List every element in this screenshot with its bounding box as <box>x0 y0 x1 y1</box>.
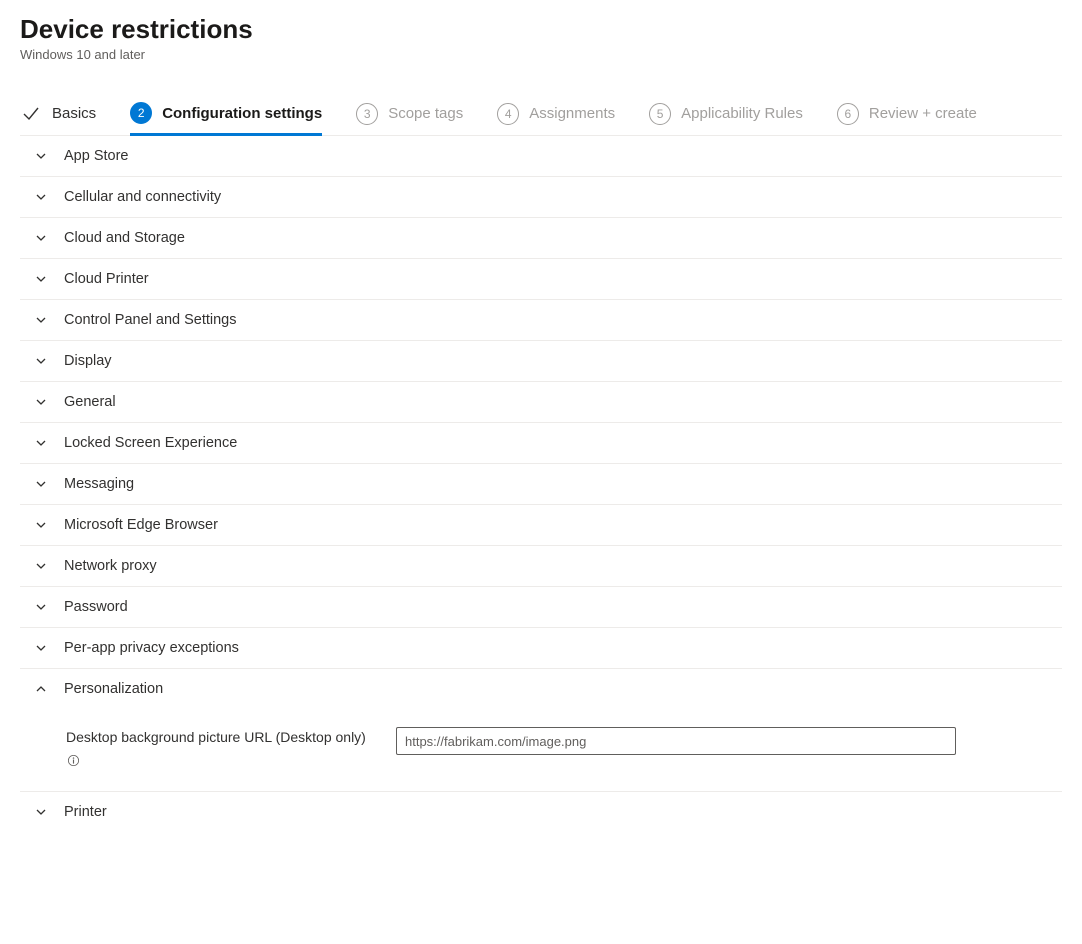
chevron-down-icon <box>34 231 48 245</box>
section-network-proxy[interactable]: Network proxy <box>20 546 1062 587</box>
section-label: Network proxy <box>64 558 157 574</box>
section-label: Display <box>64 353 112 369</box>
step-number-badge: 4 <box>497 103 519 125</box>
step-number-badge: 6 <box>837 103 859 125</box>
wizard-step-label: Configuration settings <box>162 105 322 122</box>
step-number-badge: 3 <box>356 103 378 125</box>
section-label: Personalization <box>64 681 163 697</box>
section-label: Microsoft Edge Browser <box>64 517 218 533</box>
section-microsoft-edge-browser[interactable]: Microsoft Edge Browser <box>20 505 1062 546</box>
step-number-badge: 5 <box>649 103 671 125</box>
section-label: Cloud and Storage <box>64 230 185 246</box>
page-title: Device restrictions <box>20 14 1062 45</box>
section-label: Messaging <box>64 476 134 492</box>
section-label: Printer <box>64 804 107 820</box>
wizard-stepper: Basics 2 Configuration settings 3 Scope … <box>20 94 1062 136</box>
section-display[interactable]: Display <box>20 341 1062 382</box>
step-number-badge: 2 <box>130 102 152 124</box>
field-label-text: Desktop background picture URL (Desktop … <box>66 727 366 747</box>
info-icon[interactable] <box>66 753 80 767</box>
wizard-step-label: Review + create <box>869 105 977 122</box>
check-icon <box>20 103 42 125</box>
chevron-down-icon <box>34 805 48 819</box>
chevron-up-icon <box>34 682 48 696</box>
section-label: Locked Screen Experience <box>64 435 237 451</box>
section-label: Password <box>64 599 128 615</box>
section-locked-screen-experience[interactable]: Locked Screen Experience <box>20 423 1062 464</box>
section-control-panel-settings[interactable]: Control Panel and Settings <box>20 300 1062 341</box>
section-label: Per-app privacy exceptions <box>64 640 239 656</box>
section-label: App Store <box>64 148 129 164</box>
chevron-down-icon <box>34 559 48 573</box>
section-printer[interactable]: Printer <box>20 792 1062 832</box>
field-label-desktop-bg-url: Desktop background picture URL (Desktop … <box>66 727 376 767</box>
section-cellular-connectivity[interactable]: Cellular and connectivity <box>20 177 1062 218</box>
section-app-store[interactable]: App Store <box>20 136 1062 177</box>
section-general[interactable]: General <box>20 382 1062 423</box>
wizard-step-configuration-settings[interactable]: 2 Configuration settings <box>130 94 322 136</box>
wizard-step-label: Assignments <box>529 105 615 122</box>
section-personalization[interactable]: Personalization <box>20 669 1062 709</box>
chevron-down-icon <box>34 477 48 491</box>
chevron-down-icon <box>34 600 48 614</box>
section-cloud-printer[interactable]: Cloud Printer <box>20 259 1062 300</box>
wizard-step-label: Scope tags <box>388 105 463 122</box>
desktop-background-url-input[interactable] <box>396 727 956 755</box>
section-cloud-storage[interactable]: Cloud and Storage <box>20 218 1062 259</box>
chevron-down-icon <box>34 149 48 163</box>
wizard-step-label: Applicability Rules <box>681 105 803 122</box>
wizard-step-assignments[interactable]: 4 Assignments <box>497 95 615 135</box>
wizard-step-review-create[interactable]: 6 Review + create <box>837 95 977 135</box>
chevron-down-icon <box>34 436 48 450</box>
chevron-down-icon <box>34 354 48 368</box>
personalization-body: Desktop background picture URL (Desktop … <box>20 709 1062 792</box>
section-label: Cellular and connectivity <box>64 189 221 205</box>
section-label: General <box>64 394 116 410</box>
chevron-down-icon <box>34 641 48 655</box>
wizard-step-applicability-rules[interactable]: 5 Applicability Rules <box>649 95 803 135</box>
wizard-step-label: Basics <box>52 105 96 122</box>
section-label: Cloud Printer <box>64 271 149 287</box>
wizard-step-scope-tags[interactable]: 3 Scope tags <box>356 95 463 135</box>
chevron-down-icon <box>34 272 48 286</box>
chevron-down-icon <box>34 518 48 532</box>
settings-sections: App Store Cellular and connectivity Clou… <box>20 136 1062 832</box>
chevron-down-icon <box>34 395 48 409</box>
wizard-step-basics[interactable]: Basics <box>20 95 96 135</box>
page-subtitle: Windows 10 and later <box>20 47 1062 62</box>
chevron-down-icon <box>34 190 48 204</box>
chevron-down-icon <box>34 313 48 327</box>
section-label: Control Panel and Settings <box>64 312 237 328</box>
section-password[interactable]: Password <box>20 587 1062 628</box>
section-per-app-privacy-exceptions[interactable]: Per-app privacy exceptions <box>20 628 1062 669</box>
section-messaging[interactable]: Messaging <box>20 464 1062 505</box>
